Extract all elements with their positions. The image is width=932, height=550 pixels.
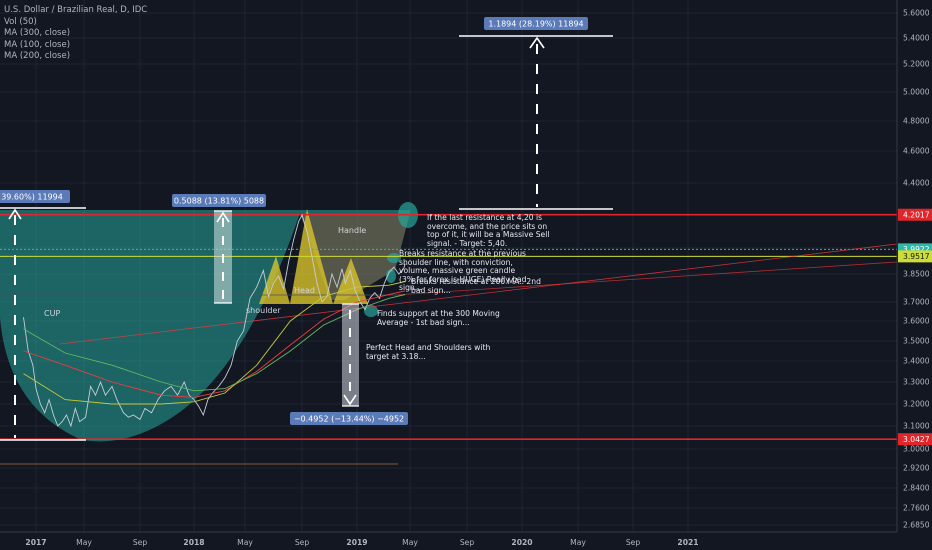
label-head: Head	[294, 286, 315, 295]
label-shoulder: shoulder	[246, 306, 281, 315]
indicator-ma-200: MA (200, close)	[4, 51, 71, 61]
price-tag-label: 3.0427	[903, 435, 930, 444]
indicator-ma-100: MA (100, close)	[4, 39, 71, 50]
price-tick-label: 3.3000	[903, 378, 930, 387]
time-tick-label: 2018	[183, 538, 204, 547]
price-tick-label: 4.4000	[903, 179, 930, 188]
price-tick-label: 3.4000	[903, 357, 930, 366]
price-tick-label: 2.8400	[903, 484, 930, 493]
time-tick-label: 2019	[346, 538, 367, 547]
measure-hs-label: −0.4952 (−13.44%) −4952	[294, 415, 404, 424]
indicator-vol: Vol (50)	[4, 16, 37, 27]
time-tick-label: May	[570, 538, 586, 547]
price-tick-label: 3.7000	[903, 298, 930, 307]
annotation-breaks-ma200: Breaks resistance at 200 MA.. 2nd bad si…	[411, 277, 541, 295]
price-tick-label: 2.7600	[903, 504, 930, 513]
label-handle: Handle	[338, 226, 366, 235]
time-tick-label: Sep	[626, 538, 640, 547]
time-tick-label: Sep	[133, 538, 147, 547]
annotation-head-shoulders: Perfect Head and Shoulders with target a…	[366, 343, 491, 361]
time-tick-label: May	[76, 538, 92, 547]
time-tick-label: 2017	[25, 538, 46, 547]
time-tick-label: May	[237, 538, 253, 547]
price-tick-label: 4.6000	[903, 147, 930, 156]
time-tick-label: Sep	[460, 538, 474, 547]
price-tick-label: 3.1000	[903, 422, 930, 431]
price-tick-label: 5.4000	[903, 34, 930, 43]
annotation-resistance: If the last resistance at 4,20 is overco…	[427, 213, 550, 248]
time-tick-label: Sep	[295, 538, 309, 547]
measure-target-label: 1.1894 (28.19%) 11894	[488, 20, 583, 29]
time-axis: 2017 May Sep 2018 May Sep 2019 May Sep 2020 May Sep…	[0, 531, 932, 550]
time-tick-label: 2020	[511, 538, 532, 547]
label-cup: CUP	[44, 309, 60, 318]
price-tick-label: 2.9200	[903, 464, 930, 473]
price-tick-label: 2.6850	[903, 521, 930, 530]
price-tag-label: 3.9517	[903, 252, 930, 261]
measure-handle-label: 0.5088 (13.81%) 5088	[174, 197, 264, 206]
price-tick-label: 5.0000	[903, 88, 930, 97]
measure-target: 1.1894 (28.19%) 11894	[459, 17, 613, 210]
price-axis: 2.6850 2.7600 2.8400 2.9200 3.0000 3.1000 3.20…	[896, 0, 932, 550]
price-tick-label: 3.6000	[903, 317, 930, 326]
price-tick-label: 3.5000	[903, 337, 930, 346]
symbol-title: U.S. Dollar / Brazilian Real, D, IDC	[4, 5, 148, 15]
price-tick-label: 3.2000	[903, 400, 930, 409]
indicator-ma-300: MA (300, close)	[4, 28, 71, 38]
price-tick-label: 3.8500	[903, 270, 930, 279]
annotation-support-ma300: Finds support at the 300 Moving Average …	[377, 309, 500, 327]
measure-cup-label: 39.60%) 11994	[1, 193, 63, 202]
price-tick-label: 4.8000	[903, 117, 930, 126]
price-tag-label: 4.2017	[903, 211, 930, 220]
price-tick-label: 5.2000	[903, 60, 930, 69]
chart-area[interactable]: 1.1894 (28.19%) 11894 39.60%) 11994 0.5088…	[0, 0, 932, 550]
time-tick-label: May	[402, 538, 418, 547]
price-tick-label: 5.6000	[903, 9, 930, 18]
time-tick-label: 2021	[677, 538, 698, 547]
price-tick-label: 3.0000	[903, 445, 930, 454]
chart-legend: U.S. Dollar / Brazilian Real, D, IDC Vol…	[4, 5, 147, 63]
